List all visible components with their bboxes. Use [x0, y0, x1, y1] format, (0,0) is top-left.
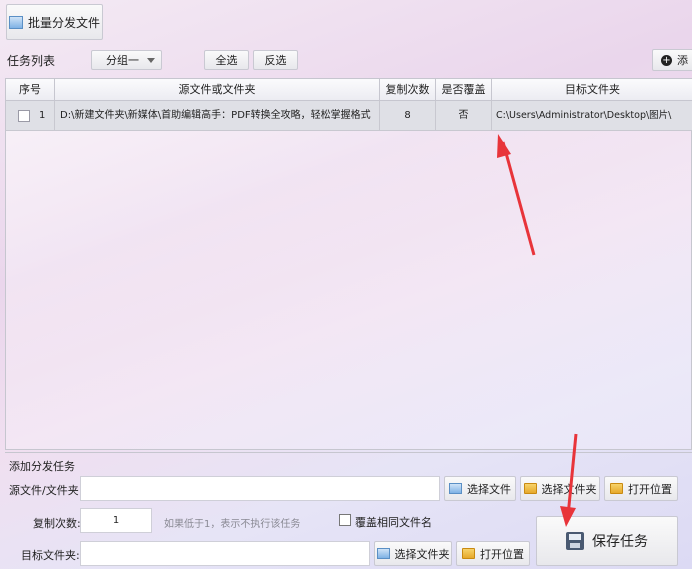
group-dropdown-value: 分组一	[106, 54, 139, 67]
target-label: 目标文件夹:	[21, 549, 80, 562]
group-dropdown[interactable]: 分组一	[91, 50, 162, 70]
source-label: 源文件/文件夹:	[9, 484, 83, 497]
folder-icon	[523, 483, 537, 494]
target-select-folder-label: 选择文件夹	[394, 547, 450, 561]
target-open-location-button[interactable]: 打开位置	[456, 541, 530, 566]
header-overwrite[interactable]: 是否覆盖	[436, 79, 492, 101]
task-grid: 序号 源文件或文件夹 复制次数 是否覆盖 目标文件夹 1 D:\新建文件夹\新媒…	[5, 78, 692, 450]
batch-distribute-button[interactable]: 批量分发文件	[6, 4, 103, 40]
folder-icon	[462, 548, 475, 559]
save-task-label: 保存任务	[592, 534, 648, 550]
open-location-button[interactable]: 打开位置	[604, 476, 678, 501]
overwrite-checkbox[interactable]	[339, 514, 351, 526]
section-divider	[5, 452, 692, 453]
row-overwrite: 否	[436, 101, 492, 131]
header-source[interactable]: 源文件或文件夹	[55, 79, 380, 101]
task-list-label: 任务列表	[7, 54, 56, 68]
batch-file-icon	[8, 15, 23, 29]
select-folder-label: 选择文件夹	[541, 482, 597, 496]
add-task-button[interactable]: + 添	[652, 49, 692, 71]
select-file-label: 选择文件	[467, 482, 511, 496]
header-target[interactable]: 目标文件夹	[492, 79, 692, 101]
header-index[interactable]: 序号	[6, 79, 55, 101]
copies-input[interactable]: 1	[80, 508, 152, 533]
chevron-down-icon	[147, 58, 155, 63]
batch-distribute-label: 批量分发文件	[27, 15, 100, 30]
select-folder-button[interactable]: 选择文件夹	[520, 476, 600, 501]
target-select-folder-button[interactable]: 选择文件夹	[374, 541, 452, 566]
select-file-button[interactable]: 选择文件	[444, 476, 516, 501]
target-input[interactable]	[80, 541, 370, 566]
source-input[interactable]	[80, 476, 440, 501]
copies-hint: 如果低于1，表示不执行该任务	[164, 519, 301, 530]
copies-value: 1	[112, 515, 120, 526]
open-location-label: 打开位置	[628, 482, 672, 496]
target-open-location-label: 打开位置	[480, 547, 524, 561]
save-disk-icon	[566, 532, 584, 550]
row-checkbox[interactable]	[18, 110, 30, 122]
section-title: 添加分发任务	[9, 460, 75, 473]
row-index-cell: 1	[6, 101, 55, 131]
file-icon	[449, 483, 462, 494]
row-source: D:\新建文件夹\新媒体\首助编辑高手：PDF转换全攻略，轻松掌握格式	[55, 101, 380, 131]
copies-label: 复制次数:	[33, 517, 81, 530]
plus-circle-icon: +	[661, 54, 672, 66]
overwrite-label[interactable]: 覆盖相同文件名	[355, 514, 432, 530]
add-task-label: 添	[677, 54, 688, 67]
folder-search-icon	[376, 548, 390, 559]
folder-icon	[610, 483, 623, 494]
select-all-button[interactable]: 全选	[204, 50, 249, 70]
row-copies: 8	[380, 101, 436, 131]
header-copies[interactable]: 复制次数	[380, 79, 436, 101]
save-task-button[interactable]: 保存任务	[536, 516, 678, 566]
invert-selection-button[interactable]: 反选	[253, 50, 298, 70]
row-index: 1	[39, 110, 46, 121]
row-target: C:\Users\Administrator\Desktop\图片\	[492, 101, 692, 131]
